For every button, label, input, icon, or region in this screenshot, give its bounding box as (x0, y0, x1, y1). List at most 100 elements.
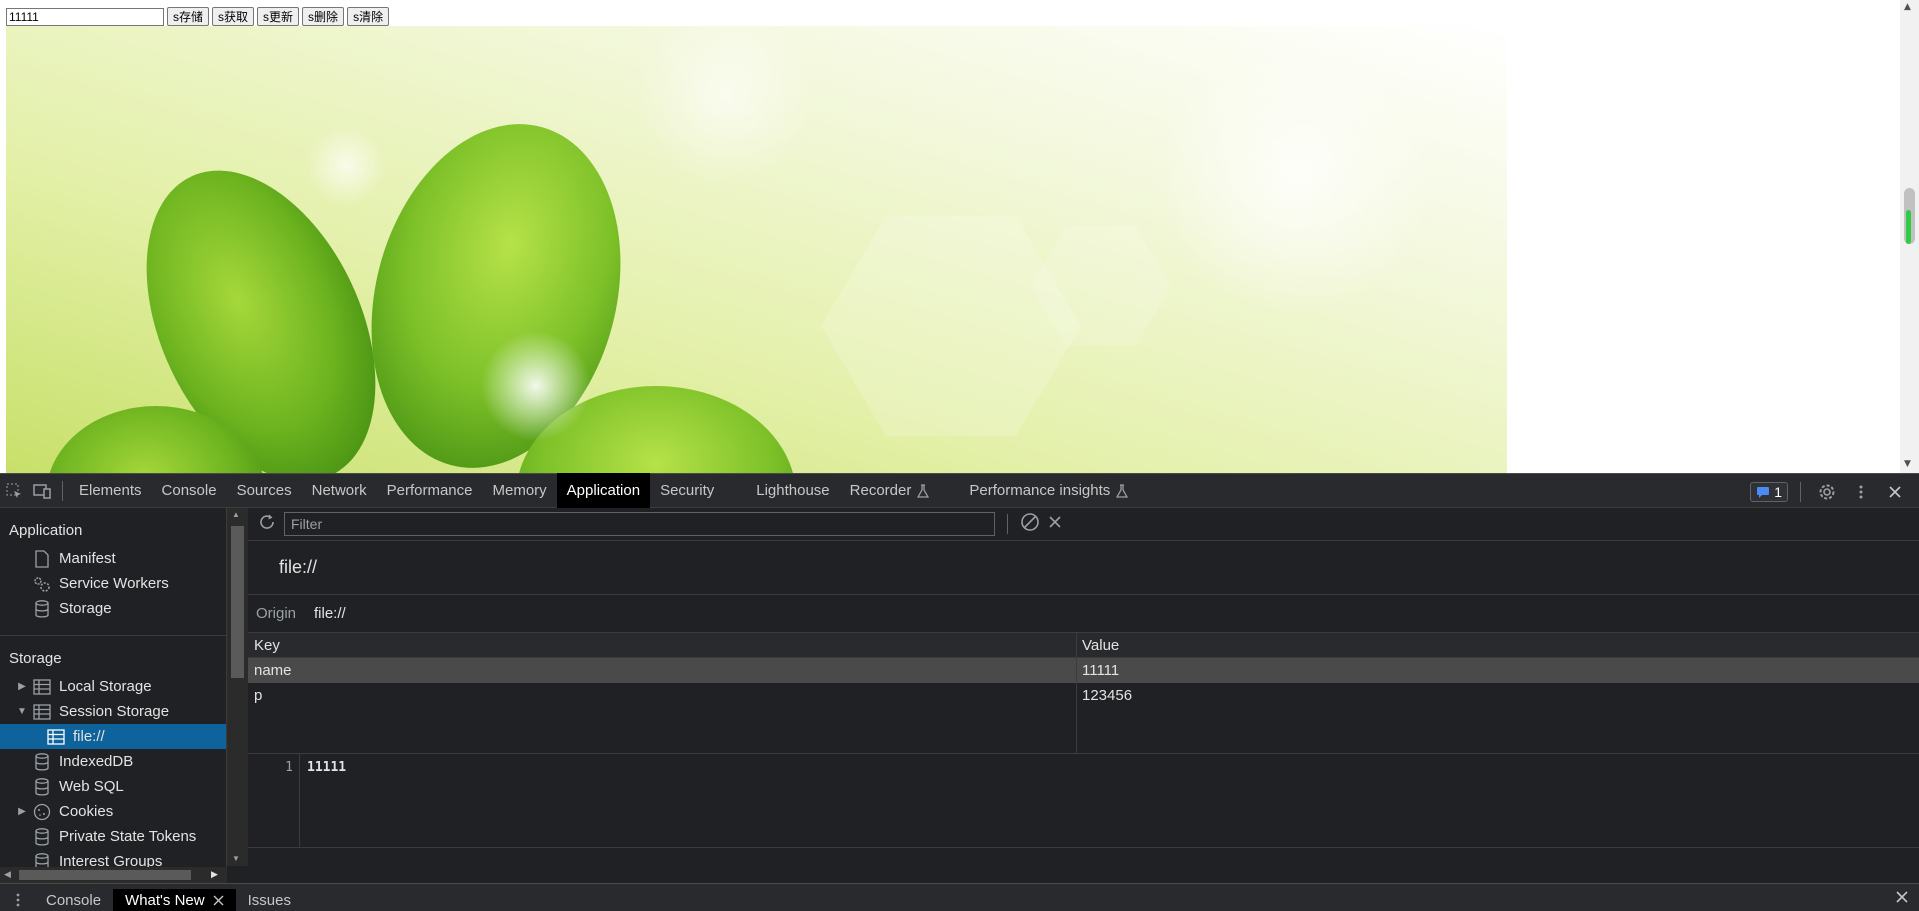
table-icon (32, 702, 52, 722)
preview-value: 11111 (307, 760, 347, 775)
sidebar-item-private-state-tokens[interactable]: Private State Tokens (0, 824, 226, 849)
table-icon (46, 727, 66, 747)
sidebar-item-service-workers[interactable]: Service Workers (0, 571, 226, 596)
issues-badge[interactable]: 1 (1750, 481, 1788, 502)
sidebar-item-label: Session Storage (59, 703, 170, 720)
page-viewport: s存储 s获取 s更新 s删除 s清除 (0, 0, 1919, 473)
scroll-indicator (1906, 210, 1911, 244)
row-value: 123456 (1082, 687, 1133, 704)
tab-application[interactable]: Application (556, 473, 651, 508)
scrollbar-thumb[interactable] (231, 526, 244, 678)
issues-count: 1 (1774, 483, 1782, 500)
tab-performance-insights[interactable]: Performance insights (939, 473, 1138, 508)
scroll-up-arrow-icon[interactable]: ▲ (232, 510, 240, 519)
clear-all-icon[interactable] (1020, 512, 1040, 536)
page-scrollbar[interactable]: ▲ ▼ (1900, 0, 1919, 473)
storage-table: Key Value name 11111 p 123456 (248, 633, 1919, 754)
experiment-flask-icon (1116, 483, 1129, 498)
devtools-tab-bar: Elements Console Sources Network Perform… (0, 473, 1919, 508)
sidebar-item-label: Cookies (59, 803, 114, 820)
line-gutter: 1 (248, 754, 300, 847)
sidebar-section-application: Application (9, 522, 83, 539)
tab-performance[interactable]: Performance (377, 473, 483, 508)
drawer-tab-console[interactable]: Console (34, 889, 113, 911)
scrollbar-thumb[interactable] (19, 870, 191, 880)
get-button[interactable]: s获取 (212, 7, 255, 26)
sidebar-item-label: Local Storage (59, 678, 152, 695)
devtools-panel: Elements Console Sources Network Perform… (0, 473, 1919, 911)
scroll-down-arrow-icon[interactable]: ▼ (232, 854, 240, 863)
sidebar-item-label: Storage (59, 600, 112, 617)
scroll-down-arrow-icon[interactable]: ▼ (1904, 459, 1911, 469)
tab-lighthouse[interactable]: Lighthouse (746, 473, 839, 508)
origin-value: file:// (314, 605, 346, 622)
table-row[interactable]: name 11111 (248, 658, 1919, 683)
sidebar-item-session-storage[interactable]: ▼ Session Storage (0, 699, 226, 724)
sidebar-item-label: Web SQL (59, 778, 124, 795)
sidebar-section-storage: Storage (9, 650, 62, 667)
sidebar-item-web-sql[interactable]: Web SQL (0, 774, 226, 799)
inspect-element-icon[interactable] (0, 473, 28, 508)
update-button[interactable]: s更新 (257, 7, 300, 26)
table-row[interactable]: p 123456 (248, 683, 1919, 708)
store-button[interactable]: s存储 (167, 7, 210, 26)
sidebar-item-indexeddb[interactable]: IndexedDB (0, 749, 226, 774)
row-value: 11111 (1082, 662, 1120, 679)
scroll-left-arrow-icon[interactable]: ◀ (4, 869, 11, 880)
tab-memory[interactable]: Memory (483, 473, 557, 508)
refresh-icon[interactable] (258, 513, 276, 535)
value-input[interactable] (6, 7, 164, 26)
origin-label: Origin (256, 605, 297, 622)
tab-performance-insights-label: Performance insights (969, 482, 1111, 499)
table-icon (32, 677, 52, 697)
tab-security[interactable]: Security (650, 473, 746, 508)
origin-row: Origin file:// (248, 595, 1919, 633)
tab-console[interactable]: Console (152, 473, 227, 508)
sidebar-horizontal-scrollbar[interactable]: ◀ ▶ (0, 867, 227, 883)
column-divider[interactable] (1076, 633, 1077, 754)
drawer-tab-issues[interactable]: Issues (236, 889, 303, 911)
scroll-right-arrow-icon[interactable]: ▶ (211, 869, 218, 880)
database-icon (32, 752, 52, 772)
expand-arrow-icon[interactable]: ▶ (16, 681, 28, 692)
value-preview: 1 11111 (248, 754, 1919, 848)
scroll-up-arrow-icon[interactable]: ▲ (1904, 2, 1911, 12)
expand-arrow-icon[interactable]: ▶ (16, 806, 28, 817)
drawer-tab-whats-new[interactable]: What's New (113, 889, 236, 911)
column-header-value[interactable]: Value (1076, 637, 1119, 654)
clear-button[interactable]: s清除 (347, 7, 390, 26)
sidebar-item-session-file-origin[interactable]: file:// (0, 724, 226, 749)
close-tab-icon[interactable] (213, 895, 224, 906)
tab-network[interactable]: Network (302, 473, 377, 508)
column-header-key[interactable]: Key (248, 637, 1076, 654)
more-options-icon[interactable] (1847, 474, 1875, 509)
gears-icon (32, 574, 52, 594)
sidebar-item-cookies[interactable]: ▶ Cookies (0, 799, 226, 824)
tab-elements[interactable]: Elements (69, 473, 152, 508)
session-storage-view: file:// Origin file:// Key Value name 11… (248, 508, 1919, 883)
tab-sources[interactable]: Sources (227, 473, 302, 508)
tab-recorder[interactable]: Recorder (840, 473, 940, 508)
sidebar-item-local-storage[interactable]: ▶ Local Storage (0, 674, 226, 699)
sidebar-item-label: Private State Tokens (59, 828, 197, 845)
drawer-tab-label: What's New (125, 891, 205, 909)
delete-selected-icon[interactable] (1048, 515, 1062, 533)
line-number: 1 (285, 760, 293, 775)
row-key: p (254, 687, 263, 704)
sidebar-item-storage[interactable]: Storage (0, 596, 226, 621)
sidebar-item-manifest[interactable]: Manifest (0, 546, 226, 571)
devtools-drawer: Console What's New Issues (0, 883, 1919, 911)
sidebar-vertical-scrollbar[interactable]: ▲ ▼ (227, 508, 248, 866)
device-toggle-icon[interactable] (28, 473, 56, 508)
drawer-menu-icon[interactable] (8, 889, 28, 911)
collapse-arrow-icon[interactable]: ▼ (16, 706, 28, 717)
close-devtools-icon[interactable] (1881, 474, 1909, 509)
sidebar-item-label: Manifest (59, 550, 116, 567)
devtools-right-controls: 1 (1750, 474, 1919, 509)
gear-icon[interactable] (1813, 474, 1841, 509)
cookie-icon (32, 802, 52, 822)
filter-input[interactable] (284, 512, 995, 536)
close-drawer-icon[interactable] (1895, 890, 1909, 908)
sidebar-divider (0, 635, 226, 636)
delete-button[interactable]: s删除 (302, 7, 345, 26)
